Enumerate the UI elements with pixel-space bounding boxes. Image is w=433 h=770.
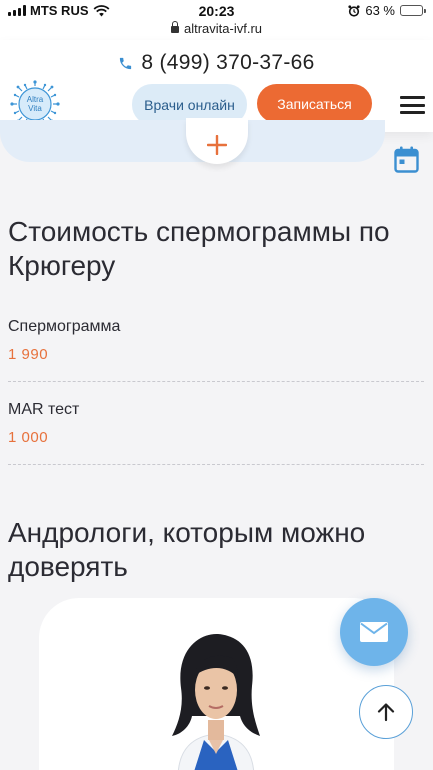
status-bar: MTS RUS 20:23 altravita-ivf.ru 63 % bbox=[0, 0, 433, 40]
price-item: Спермограмма 1 990 bbox=[8, 318, 424, 382]
logo-text-bottom: Vita bbox=[28, 104, 42, 113]
phone-row[interactable]: 8 (499) 370-37-66 bbox=[0, 51, 433, 75]
lock-icon bbox=[170, 21, 179, 33]
signup-button[interactable]: Записаться bbox=[257, 84, 372, 123]
phone-icon bbox=[120, 57, 132, 69]
scroll-to-top-button[interactable] bbox=[359, 685, 413, 739]
battery-area: 63 % bbox=[348, 3, 426, 18]
address-bar[interactable]: altravita-ivf.ru bbox=[0, 21, 433, 36]
alarm-icon bbox=[348, 4, 360, 17]
mail-button[interactable] bbox=[340, 598, 408, 666]
mail-icon bbox=[360, 622, 388, 642]
price-item: MAR тест 1 000 bbox=[8, 401, 424, 465]
doctors-title: Андрологи, которым можно доверять bbox=[8, 517, 366, 582]
price-item-name: Спермограмма bbox=[8, 318, 121, 335]
battery-icon bbox=[400, 5, 426, 16]
phone-number[interactable]: 8 (499) 370-37-66 bbox=[141, 51, 314, 75]
battery-percent: 63 % bbox=[365, 3, 395, 18]
price-item-name: MAR тест bbox=[8, 401, 80, 418]
price-item-value: 1 990 bbox=[8, 346, 49, 363]
prices-title: Стоимость спермограммы по Крюгеру bbox=[8, 216, 390, 281]
arrow-up-icon bbox=[377, 703, 395, 722]
logo-text-top: Altra bbox=[27, 95, 44, 104]
calendar-icon[interactable] bbox=[394, 146, 419, 173]
price-item-value: 1 000 bbox=[8, 429, 49, 446]
plus-icon bbox=[207, 135, 227, 155]
url-text: altravita-ivf.ru bbox=[183, 21, 263, 36]
menu-icon[interactable] bbox=[400, 96, 425, 114]
doctor-photo bbox=[172, 633, 260, 770]
